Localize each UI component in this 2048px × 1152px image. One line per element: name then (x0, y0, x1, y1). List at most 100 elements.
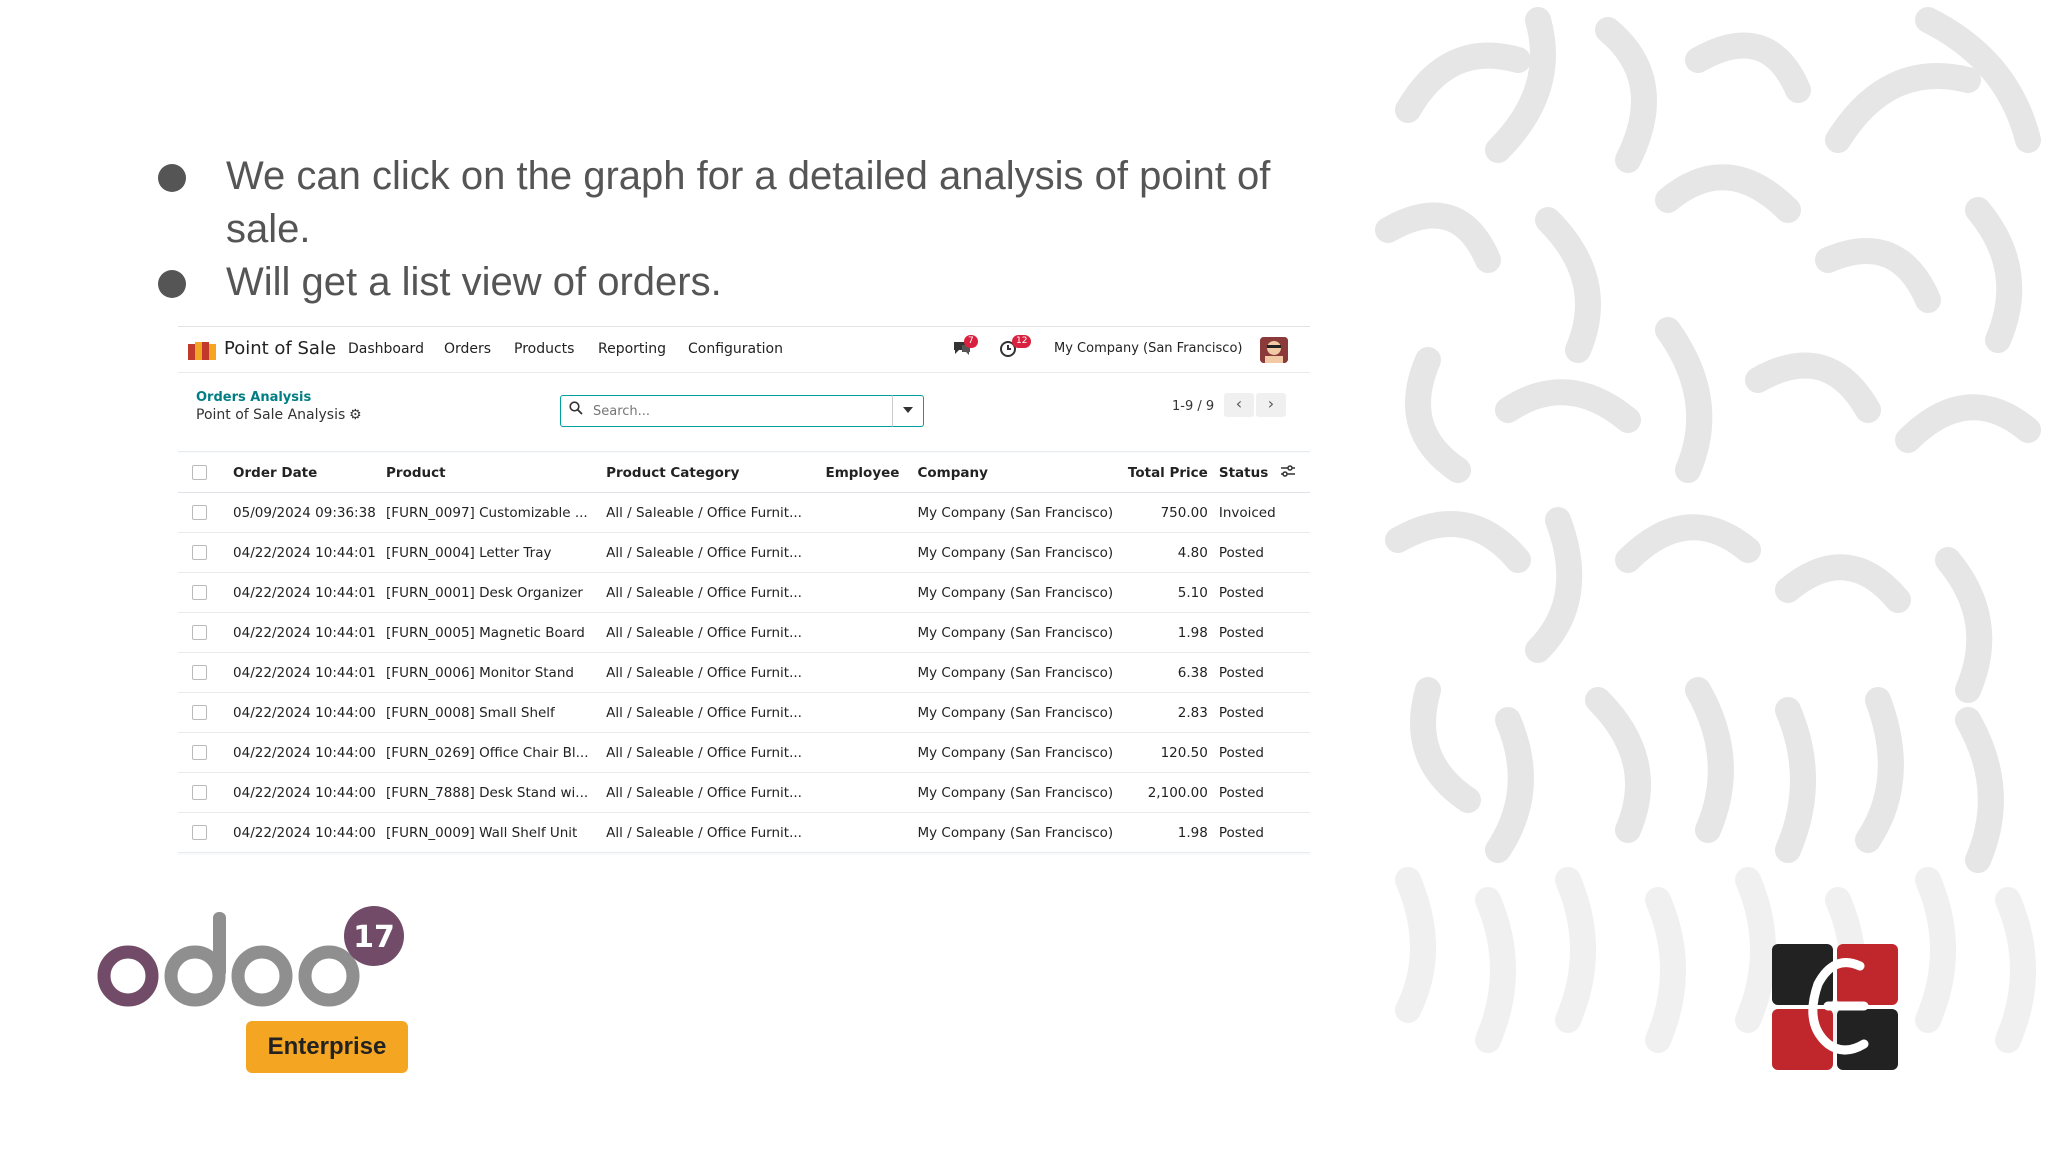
row-checkbox-cell[interactable] (178, 572, 233, 613)
header-total-price[interactable]: Total Price (1126, 453, 1218, 493)
table-row[interactable]: 04/22/2024 10:44:00 [FURN_0009] Wall Shel… (178, 812, 1310, 853)
cell-order-date: 04/22/2024 10:44:01 (232, 612, 386, 653)
search-input[interactable] (591, 400, 875, 422)
row-checkbox[interactable] (192, 505, 207, 520)
activities-badge: 12 (1012, 335, 1032, 348)
cell-status: Posted (1217, 812, 1280, 853)
cell-employee (824, 492, 917, 533)
select-all-checkbox[interactable] (192, 465, 207, 480)
cell-employee (824, 772, 917, 813)
point-of-sale-app-icon[interactable] (188, 340, 216, 360)
cell-total-price: 5.10 (1126, 572, 1218, 613)
search-options-toggle[interactable] (892, 395, 924, 427)
table-row[interactable]: 04/22/2024 10:44:01 [FURN_0005] Magnetic … (178, 612, 1310, 653)
activities-button[interactable]: 12 (1000, 335, 1032, 359)
row-spacer (1279, 652, 1310, 693)
row-checkbox-cell[interactable] (178, 532, 233, 573)
bullet-item: We can click on the graph for a detailed… (158, 150, 1308, 256)
cell-product: [FURN_0005] Magnetic Board (385, 612, 606, 653)
row-spacer (1279, 692, 1310, 733)
row-checkbox-cell[interactable] (178, 812, 233, 853)
messages-button[interactable]: 7 (952, 335, 978, 359)
cell-product: [FURN_0009] Wall Shelf Unit (385, 812, 606, 853)
table-row[interactable]: 04/22/2024 10:44:01 [FURN_0001] Desk Orga… (178, 572, 1310, 613)
cell-total-price: 120.50 (1126, 732, 1218, 773)
cell-product-category: All / Saleable / Office Furnit... (605, 532, 825, 573)
cell-product-category: All / Saleable / Office Furnit... (605, 492, 825, 533)
row-spacer (1279, 612, 1310, 653)
row-checkbox[interactable] (192, 705, 207, 720)
menu-orders[interactable]: Orders (444, 341, 491, 357)
odoo-version: 17 (353, 920, 395, 955)
cell-company: My Company (San Francisco) (916, 812, 1127, 853)
row-checkbox-cell[interactable] (178, 732, 233, 773)
menu-products[interactable]: Products (514, 341, 574, 357)
row-checkbox[interactable] (192, 745, 207, 760)
row-checkbox[interactable] (192, 825, 207, 840)
cell-status: Posted (1217, 692, 1280, 733)
user-avatar[interactable] (1260, 337, 1288, 363)
menu-dashboard[interactable]: Dashboard (348, 341, 424, 357)
table-header-row: Order Date Product Product Category Empl… (178, 453, 1310, 493)
cell-company: My Company (San Francisco) (916, 612, 1127, 653)
row-checkbox[interactable] (192, 625, 207, 640)
table-row[interactable]: 04/22/2024 10:44:00 [FURN_7888] Desk Stan… (178, 772, 1310, 813)
row-checkbox-cell[interactable] (178, 692, 233, 733)
row-checkbox[interactable] (192, 585, 207, 600)
table-row[interactable]: 04/22/2024 10:44:00 [FURN_0269] Office Ch… (178, 732, 1310, 773)
header-employee[interactable]: Employee (824, 453, 917, 493)
cell-employee (824, 812, 917, 853)
row-checkbox-cell[interactable] (178, 612, 233, 653)
header-product-category[interactable]: Product Category (605, 453, 825, 493)
cell-order-date: 04/22/2024 10:44:00 (232, 772, 386, 813)
cell-order-date: 04/22/2024 10:44:00 (232, 692, 386, 733)
cell-product-category: All / Saleable / Office Furnit... (605, 652, 825, 693)
cell-status: Posted (1217, 572, 1280, 613)
gear-icon[interactable]: ⚙ (349, 407, 362, 423)
cell-product-category: All / Saleable / Office Furnit... (605, 812, 825, 853)
row-checkbox[interactable] (192, 545, 207, 560)
chevron-right-icon: › (1267, 394, 1275, 413)
table-row[interactable]: 04/22/2024 10:44:00 [FURN_0008] Small She… (178, 692, 1310, 733)
company-switcher[interactable]: My Company (San Francisco) (1054, 341, 1242, 356)
cell-employee (824, 652, 917, 693)
cell-product: [FURN_7888] Desk Stand wi... (385, 772, 606, 813)
header-company[interactable]: Company (916, 453, 1127, 493)
cell-total-price: 1.98 (1126, 812, 1218, 853)
pager-next-button[interactable]: › (1256, 393, 1286, 417)
pager-value[interactable]: 1-9 / 9 (1172, 399, 1214, 414)
header-status[interactable]: Status (1217, 453, 1280, 493)
breadcrumb-current: Point of Sale Analysis (196, 407, 346, 423)
row-checkbox-cell[interactable] (178, 772, 233, 813)
cell-product-category: All / Saleable / Office Furnit... (605, 572, 825, 613)
cell-status: Posted (1217, 652, 1280, 693)
odoo-screenshot-window: Point of Sale Dashboard Orders Products … (178, 326, 1310, 855)
row-checkbox[interactable] (192, 785, 207, 800)
optional-columns-toggle[interactable] (1279, 453, 1310, 493)
pager-previous-button[interactable]: ‹ (1224, 393, 1254, 417)
row-spacer (1279, 812, 1310, 853)
row-checkbox[interactable] (192, 665, 207, 680)
search-icon (569, 401, 583, 415)
app-name[interactable]: Point of Sale (224, 338, 336, 359)
cell-status: Invoiced (1217, 492, 1280, 533)
cybrosys-logo (1772, 944, 1898, 1070)
menu-configuration[interactable]: Configuration (688, 341, 783, 357)
cell-order-date: 04/22/2024 10:44:01 (232, 572, 386, 613)
header-product[interactable]: Product (385, 453, 606, 493)
table-row[interactable]: 04/22/2024 10:44:01 [FURN_0004] Letter Tr… (178, 532, 1310, 573)
user-avatar-icon (1260, 337, 1288, 363)
row-checkbox-cell[interactable] (178, 492, 233, 533)
decorative-pattern (1368, 0, 2048, 1152)
cell-company: My Company (San Francisco) (916, 492, 1127, 533)
select-all-checkbox-cell[interactable] (178, 453, 233, 493)
cell-total-price: 6.38 (1126, 652, 1218, 693)
table-row[interactable]: 04/22/2024 10:44:01 [FURN_0006] Monitor S… (178, 652, 1310, 693)
breadcrumb-orders-analysis[interactable]: Orders Analysis (196, 390, 311, 405)
header-order-date[interactable]: Order Date (232, 453, 386, 493)
table-row[interactable]: 05/09/2024 09:36:38 [FURN_0097] Customiza… (178, 492, 1310, 533)
slide-bullets: We can click on the graph for a detailed… (158, 150, 1308, 309)
menu-reporting[interactable]: Reporting (598, 341, 666, 357)
row-checkbox-cell[interactable] (178, 652, 233, 693)
orders-list-table: Order Date Product Product Category Empl… (178, 453, 1310, 853)
